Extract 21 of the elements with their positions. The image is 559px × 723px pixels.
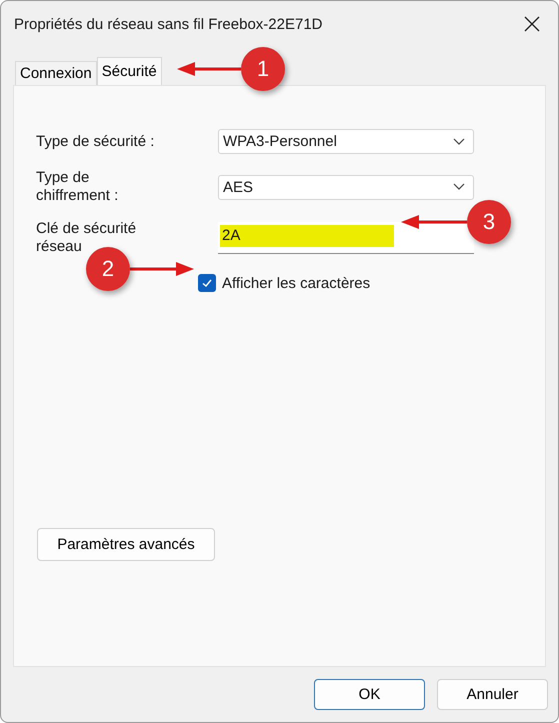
dialog-button[interactable]: OK [314,679,425,710]
dropdown[interactable]: AES [218,174,474,200]
chevron-down-icon [453,138,465,146]
checkbox-label: Afficher les caractères [222,274,370,292]
step-number-badge: 1 [241,47,285,91]
checkbox[interactable] [198,274,216,292]
chevron-down-icon [453,183,465,191]
checkmark-icon [201,277,213,289]
tab[interactable]: Sécurité [96,57,162,85]
arrow-icon [130,261,194,277]
dialog-button[interactable]: Annuler [437,679,548,710]
key-field[interactable]: 2A [218,222,474,254]
arrow-icon [177,61,241,77]
tab[interactable]: Connexion [15,61,97,85]
close-icon[interactable] [524,16,540,32]
field-label: Type de chiffrement : [36,169,120,205]
arrow-icon [401,214,467,230]
window-title: Propriétés du réseau sans fil Freebox-22E71D [14,16,322,32]
dropdown[interactable]: WPA3-Personnel [218,129,474,154]
field-label: Type de sécurité : [36,132,156,150]
advanced-settings-button[interactable]: Paramètres avancés [37,528,215,561]
